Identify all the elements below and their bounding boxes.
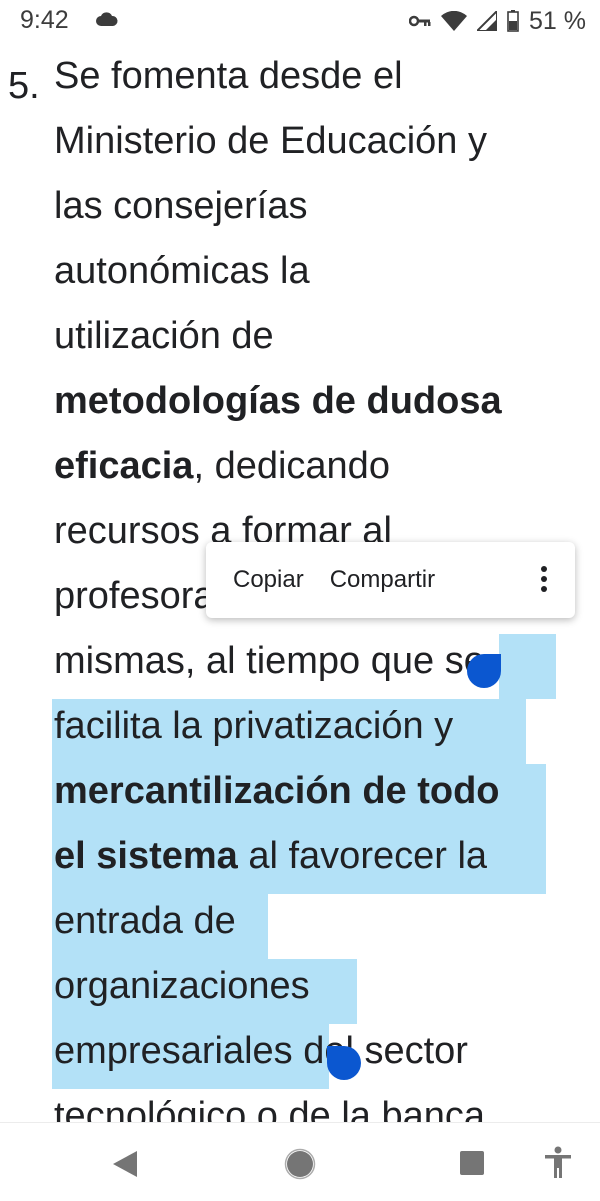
accessibility-icon[interactable] [544,1146,572,1178]
text-line: Ministerio de Educación y [54,120,487,162]
status-bar: 9:42 51 % [0,0,600,44]
selection-highlight [499,634,556,699]
battery-icon [507,10,519,32]
battery-percentage: 51 % [529,6,586,35]
back-icon[interactable] [113,1151,137,1177]
home-icon[interactable] [284,1148,316,1180]
more-options-icon[interactable] [539,564,549,594]
text-line: empresariales del sector [54,1030,468,1072]
selected-text: facilita la privatización y [54,705,454,747]
status-icons: 51 % [409,6,586,36]
status-time: 9:42 [20,6,69,34]
text-line: Se fomenta desde el [54,55,403,97]
text-line: organizaciones [54,965,310,1007]
copy-button[interactable]: Copiar [220,542,317,618]
text-line: mercantilización de todo [54,759,500,824]
text-line: entrada de [54,900,236,942]
share-button[interactable]: Compartir [317,542,448,618]
recents-icon[interactable] [460,1151,484,1175]
text-line: el sistema al favorecer la [54,835,488,877]
text-line: las consejerías [54,185,308,227]
selection-end-handle[interactable] [327,1046,361,1080]
bold-text: mercantilización de todo [54,770,500,812]
text-line: autonómicas la [54,250,310,292]
wifi-icon [441,11,468,31]
bold-text: el sistema [54,835,238,877]
bold-text: metodologías de dudosa [54,380,502,422]
navigation-bar [0,1122,600,1201]
vpn-key-icon [409,15,431,27]
cloud-icon [96,12,118,26]
text-line: metodologías de dudosa [54,369,502,434]
text-line: tecnológico o de la banca [54,1095,485,1122]
text-line: mismas, al tiempo que se [54,640,485,682]
list-number: 5. [8,65,40,107]
signal-icon [477,11,498,31]
text-selection-menu: Copiar Compartir [206,542,575,618]
text-line: eficacia, dedicando [54,445,390,487]
text-line: facilita la privatización y [54,694,453,759]
selection-start-handle[interactable] [467,654,501,688]
bold-text: eficacia [54,445,194,487]
text-line: utilización de [54,315,274,357]
